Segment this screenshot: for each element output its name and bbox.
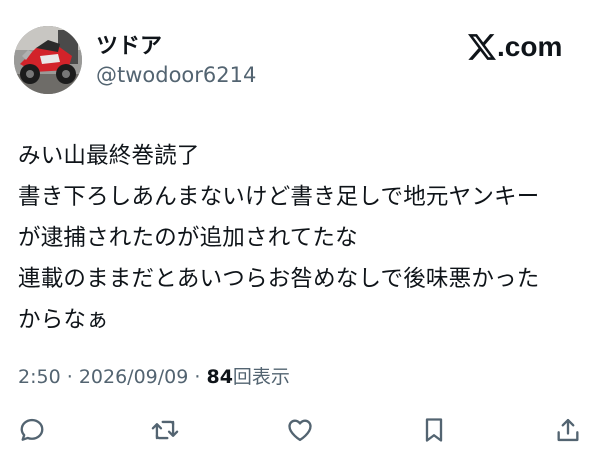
views-count: 84 [206,366,233,388]
bookmark-icon [425,418,443,442]
user-handle[interactable]: @twodoor6214 [96,62,256,88]
reply-button[interactable] [14,412,50,448]
tweet-line: が逮捕されたのが追加されてたな [18,225,358,251]
action-bar [0,412,600,448]
x-com-logo: .com [468,33,562,61]
tweet-meta: 2:50 · 2026/09/09 · 84回表示 [18,363,290,391]
tweet-line: からなぁ [18,307,109,333]
retweet-icon [151,420,179,440]
tweet-line: 連載のままだとあいつらお咎めなしで後味悪かった [18,266,540,292]
tweet-date[interactable]: 2026/09/09 [79,366,189,388]
meta-separator: · [66,366,73,388]
tweet-text: みい山最終巻読了 書き下ろしあんまないけど書き足しで地元ヤンキー が逮捕されたの… [18,136,588,341]
views-label: 回表示 [232,366,290,388]
tweet-time[interactable]: 2:50 [18,366,61,388]
retweet-button[interactable] [147,412,183,448]
reply-icon [20,418,44,441]
bookmark-button[interactable] [416,412,452,448]
share-icon [557,418,579,442]
share-button[interactable] [550,412,586,448]
display-name[interactable]: ツドア [96,34,162,60]
motorcycle-photo [14,26,82,94]
tweet-line: みい山最終巻読了 [18,143,200,169]
like-button[interactable] [282,412,318,448]
x-logo-icon [468,34,496,60]
meta-separator: · [194,366,201,388]
logo-text: .com [497,31,563,62]
tweet-line: 書き下ろしあんまないけど書き足しで地元ヤンキー [18,184,540,210]
like-icon [288,419,312,442]
avatar[interactable] [14,26,82,94]
